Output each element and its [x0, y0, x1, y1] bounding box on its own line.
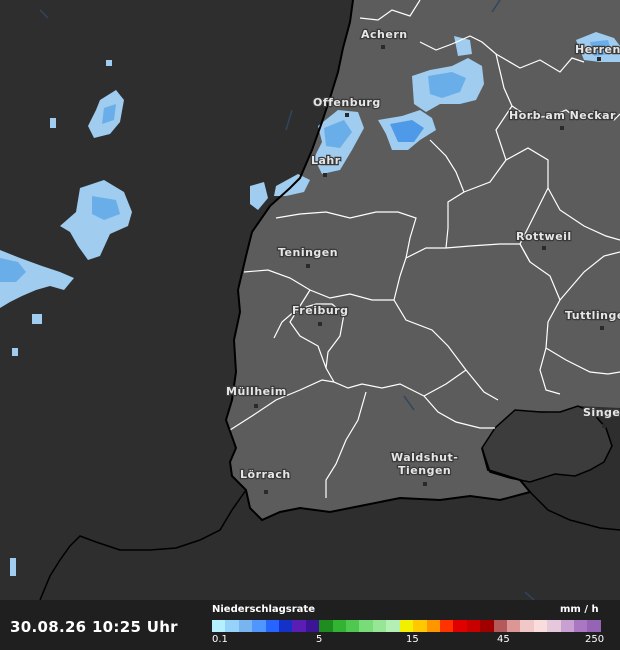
legend-swatch — [372, 620, 387, 632]
city-label: Tuttlingen — [565, 309, 620, 322]
legend-swatch — [399, 620, 414, 632]
city-label: Rottweil — [516, 230, 572, 243]
legend-swatch — [413, 620, 427, 632]
legend-swatch — [466, 620, 481, 632]
city-label: Herrenberg — [575, 43, 620, 56]
legend-swatch — [533, 620, 548, 632]
bottom-bar: 30.08.26 10:25 Uhr Niederschlagsrate mm … — [0, 600, 620, 650]
legend-swatch — [305, 620, 320, 632]
legend-swatch — [587, 620, 601, 632]
city-label: Freiburg — [292, 304, 348, 317]
legend-swatch — [265, 620, 280, 632]
legend-swatch — [279, 620, 293, 632]
legend-swatch — [520, 620, 534, 632]
legend-swatch — [547, 620, 561, 632]
city-label: Müllheim — [226, 385, 287, 398]
city-label-line2: Tiengen — [398, 464, 451, 477]
city-label: Achern — [361, 28, 408, 41]
city-label: Lahr — [311, 154, 341, 167]
radar-map[interactable]: Achern Herrenberg Offenburg Horb am Neck… — [0, 0, 620, 600]
city-label: Lörrach — [240, 468, 291, 481]
legend-swatch — [480, 620, 494, 632]
city-label: Horb am Neckar — [509, 109, 616, 122]
legend-swatch — [506, 620, 521, 632]
legend-tick: 0.1 — [212, 634, 228, 645]
legend-unit: mm / h — [560, 604, 599, 615]
legend-tick: 45 — [497, 634, 510, 645]
legend-swatch — [292, 620, 306, 632]
timestamp: 30.08.26 10:25 Uhr — [10, 618, 178, 636]
legend-swatch — [225, 620, 239, 632]
legend-swatch — [346, 620, 360, 632]
legend-swatch — [212, 620, 226, 632]
legend-swatch — [238, 620, 253, 632]
legend-swatch — [560, 620, 574, 632]
legend-swatch — [319, 620, 333, 632]
city-label-line1: Waldshut- — [391, 451, 458, 464]
legend-swatch — [386, 620, 400, 632]
legend-tick: 5 — [316, 634, 323, 645]
legend-color-scale — [212, 620, 601, 632]
legend-title: Niederschlagsrate — [212, 604, 315, 615]
legend-tick: 250 — [585, 634, 605, 645]
legend-swatch — [426, 620, 440, 632]
legend-swatch — [453, 620, 467, 632]
city-label: Offenburg — [313, 96, 381, 109]
legend-swatch — [359, 620, 373, 632]
legend-swatch — [439, 620, 454, 632]
legend-swatch — [332, 620, 347, 632]
legend-swatch — [252, 620, 266, 632]
legend-tick: 15 — [406, 634, 419, 645]
city-label: Singen — [583, 406, 620, 419]
city-label: Teningen — [278, 246, 338, 259]
legend-swatch — [573, 620, 588, 632]
legend-swatch — [493, 620, 507, 632]
